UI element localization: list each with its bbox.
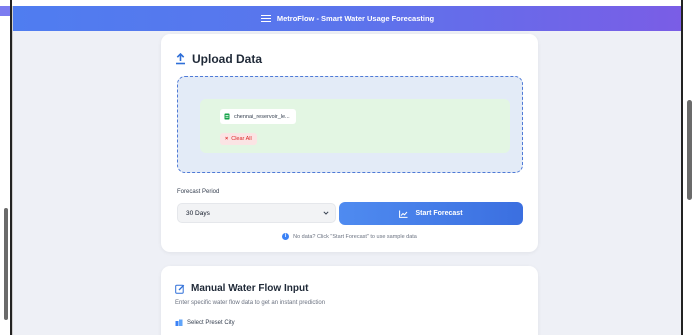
clear-all-button[interactable]: × Clear All [220, 133, 257, 145]
left-scrollbar-thumb[interactable] [4, 208, 8, 320]
chart-line-icon [399, 210, 408, 218]
info-icon: i [282, 233, 290, 240]
edit-icon [175, 284, 185, 294]
forecast-period-value: 30 Days [186, 209, 210, 217]
sample-data-hint: i No data? Click "Start Forecast" to use… [161, 233, 538, 240]
left-scrollbar[interactable] [0, 0, 12, 335]
close-icon: × [225, 136, 229, 142]
chevron-down-icon [323, 210, 329, 217]
page-viewport: MetroFlow - Smart Water Usage Forecastin… [12, 6, 681, 335]
preset-city-label: Select Preset City [175, 319, 235, 326]
preset-city-text: Select Preset City [187, 319, 235, 326]
city-icon [175, 319, 183, 326]
upload-title-text: Upload Data [192, 52, 263, 66]
file-icon [224, 113, 230, 120]
menu-icon[interactable] [260, 14, 271, 23]
start-forecast-label: Start Forecast [415, 210, 463, 217]
forecast-period-select[interactable]: 30 Days [177, 203, 336, 223]
file-chip: chennai_reservoir_le... [220, 109, 296, 124]
right-scrollbar[interactable] [681, 0, 695, 335]
file-dropzone[interactable]: chennai_reservoir_le... × Clear All [177, 76, 523, 173]
upload-card: Upload Data chennai_reservoir_le... × Cl… [161, 34, 538, 252]
browser-frame: MetroFlow - Smart Water Usage Forecastin… [0, 0, 695, 335]
right-scrollbar-thumb[interactable] [687, 100, 692, 200]
upload-title: Upload Data [175, 52, 262, 66]
forecast-period-label: Forecast Period [177, 189, 220, 195]
manual-title-text: Manual Water Flow Input [191, 283, 309, 294]
app-title: MetroFlow - Smart Water Usage Forecastin… [276, 14, 435, 23]
manual-subtitle: Enter specific water flow data to get an… [175, 300, 326, 306]
upload-icon [175, 53, 186, 65]
start-forecast-button[interactable]: Start Forecast [339, 202, 523, 225]
hint-text: No data? Click "Start Forecast" to use s… [293, 233, 417, 240]
manual-title: Manual Water Flow Input [175, 283, 308, 294]
clear-all-label: Clear All [231, 136, 252, 142]
app-header: MetroFlow - Smart Water Usage Forecastin… [13, 6, 681, 31]
uploaded-file-area: chennai_reservoir_le... × Clear All [200, 99, 510, 153]
manual-input-card: Manual Water Flow Input Enter specific w… [161, 266, 538, 335]
file-name: chennai_reservoir_le... [234, 113, 290, 120]
left-edge-accent [0, 6, 10, 16]
